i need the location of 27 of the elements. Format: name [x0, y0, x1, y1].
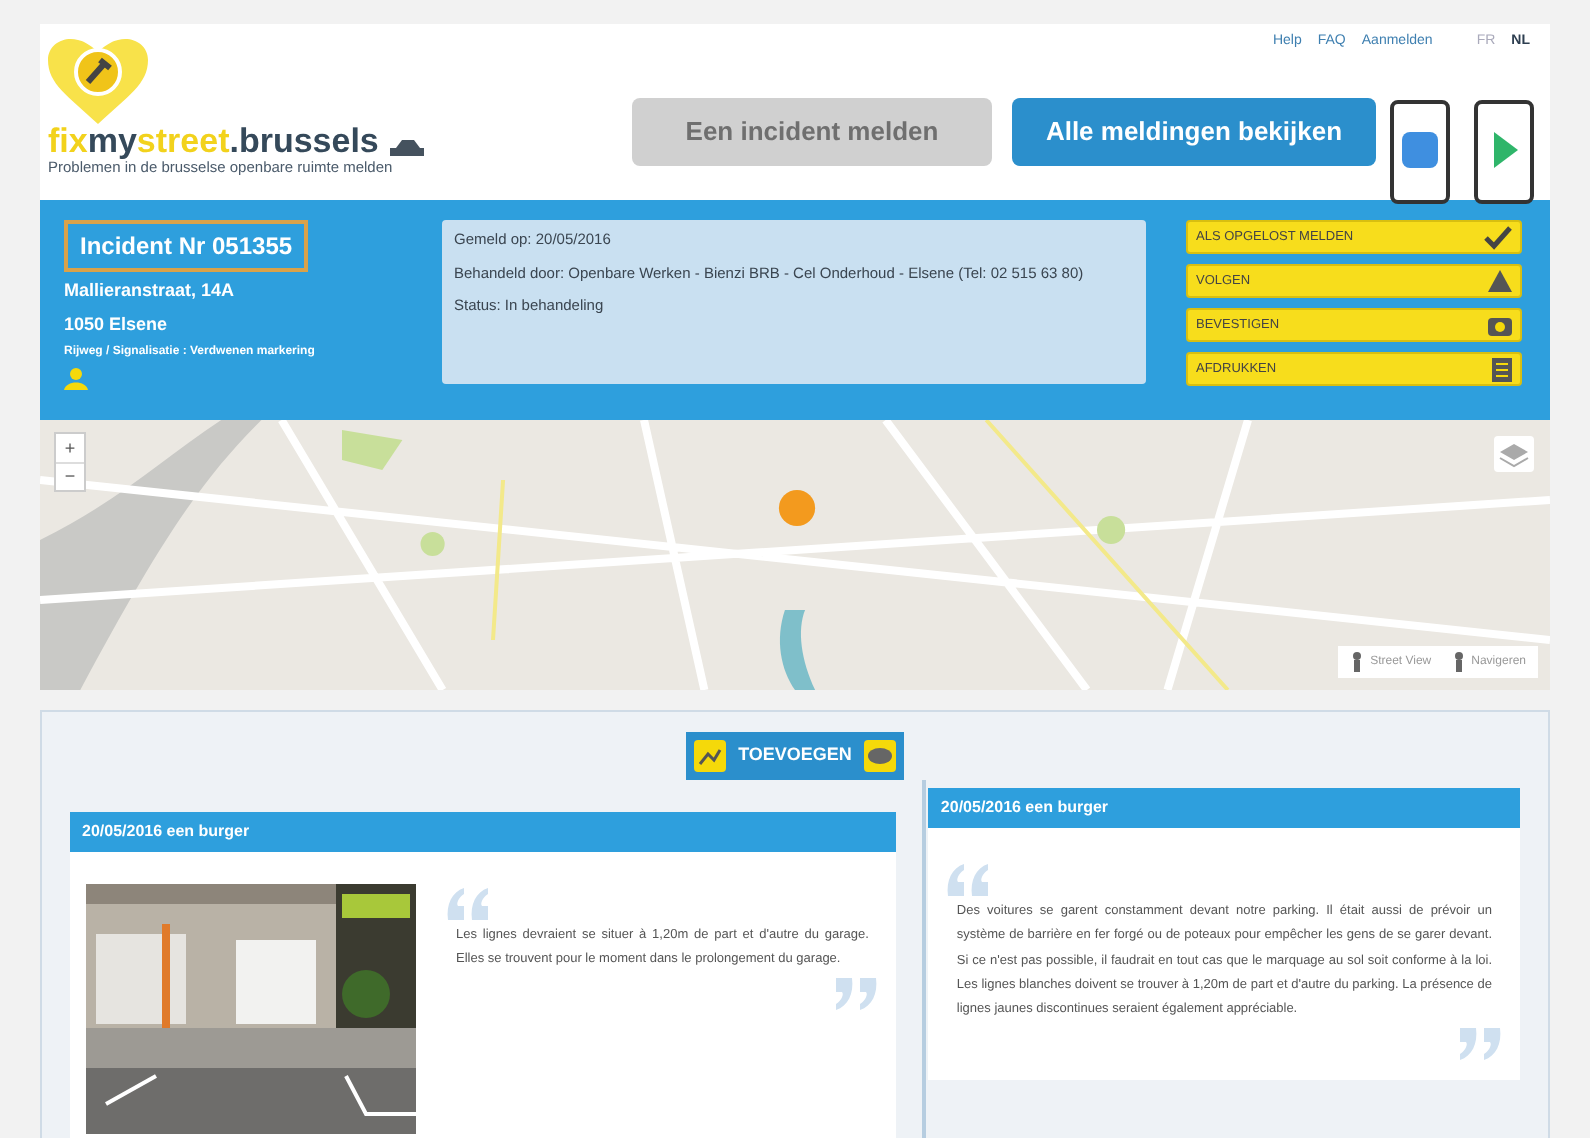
zoom-in-button[interactable]: +: [56, 434, 84, 462]
quote-icon: [944, 860, 993, 900]
incident-number: Incident Nr 051355: [64, 220, 309, 272]
logo-text: fixmystreet.brussels: [48, 124, 379, 158]
zoom-out-button[interactable]: −: [56, 462, 84, 490]
car-icon: [386, 138, 427, 158]
user-icon: [64, 368, 88, 390]
camera-icon: [1488, 314, 1512, 336]
address-street: Mallieranstraat, 14A: [64, 278, 235, 304]
logo-pin-icon: [48, 36, 148, 124]
comment-header: 20/05/2016 een burger: [70, 812, 897, 852]
check-icon: [1484, 225, 1512, 249]
app-store-phone-icon[interactable]: [1390, 100, 1450, 204]
document-icon: [1492, 357, 1512, 381]
chart-icon: [694, 740, 727, 772]
comment-icon: [863, 740, 896, 772]
quote-icon: [832, 973, 881, 1014]
play-store-phone-icon[interactable]: [1474, 100, 1534, 204]
warning-icon: [1488, 270, 1512, 292]
person-icon: [1451, 652, 1466, 672]
quote-icon: [444, 884, 492, 924]
add-button[interactable]: TOEVOEGEN: [686, 732, 904, 780]
action-button[interactable]: Alle meldingen bekijken: [1012, 98, 1376, 166]
person-icon: [1350, 652, 1365, 672]
address-city: 1050 Elsene: [64, 311, 168, 337]
comment-header: 20/05/2016 een burger: [928, 788, 1520, 828]
quote-icon: [1456, 1023, 1504, 1064]
